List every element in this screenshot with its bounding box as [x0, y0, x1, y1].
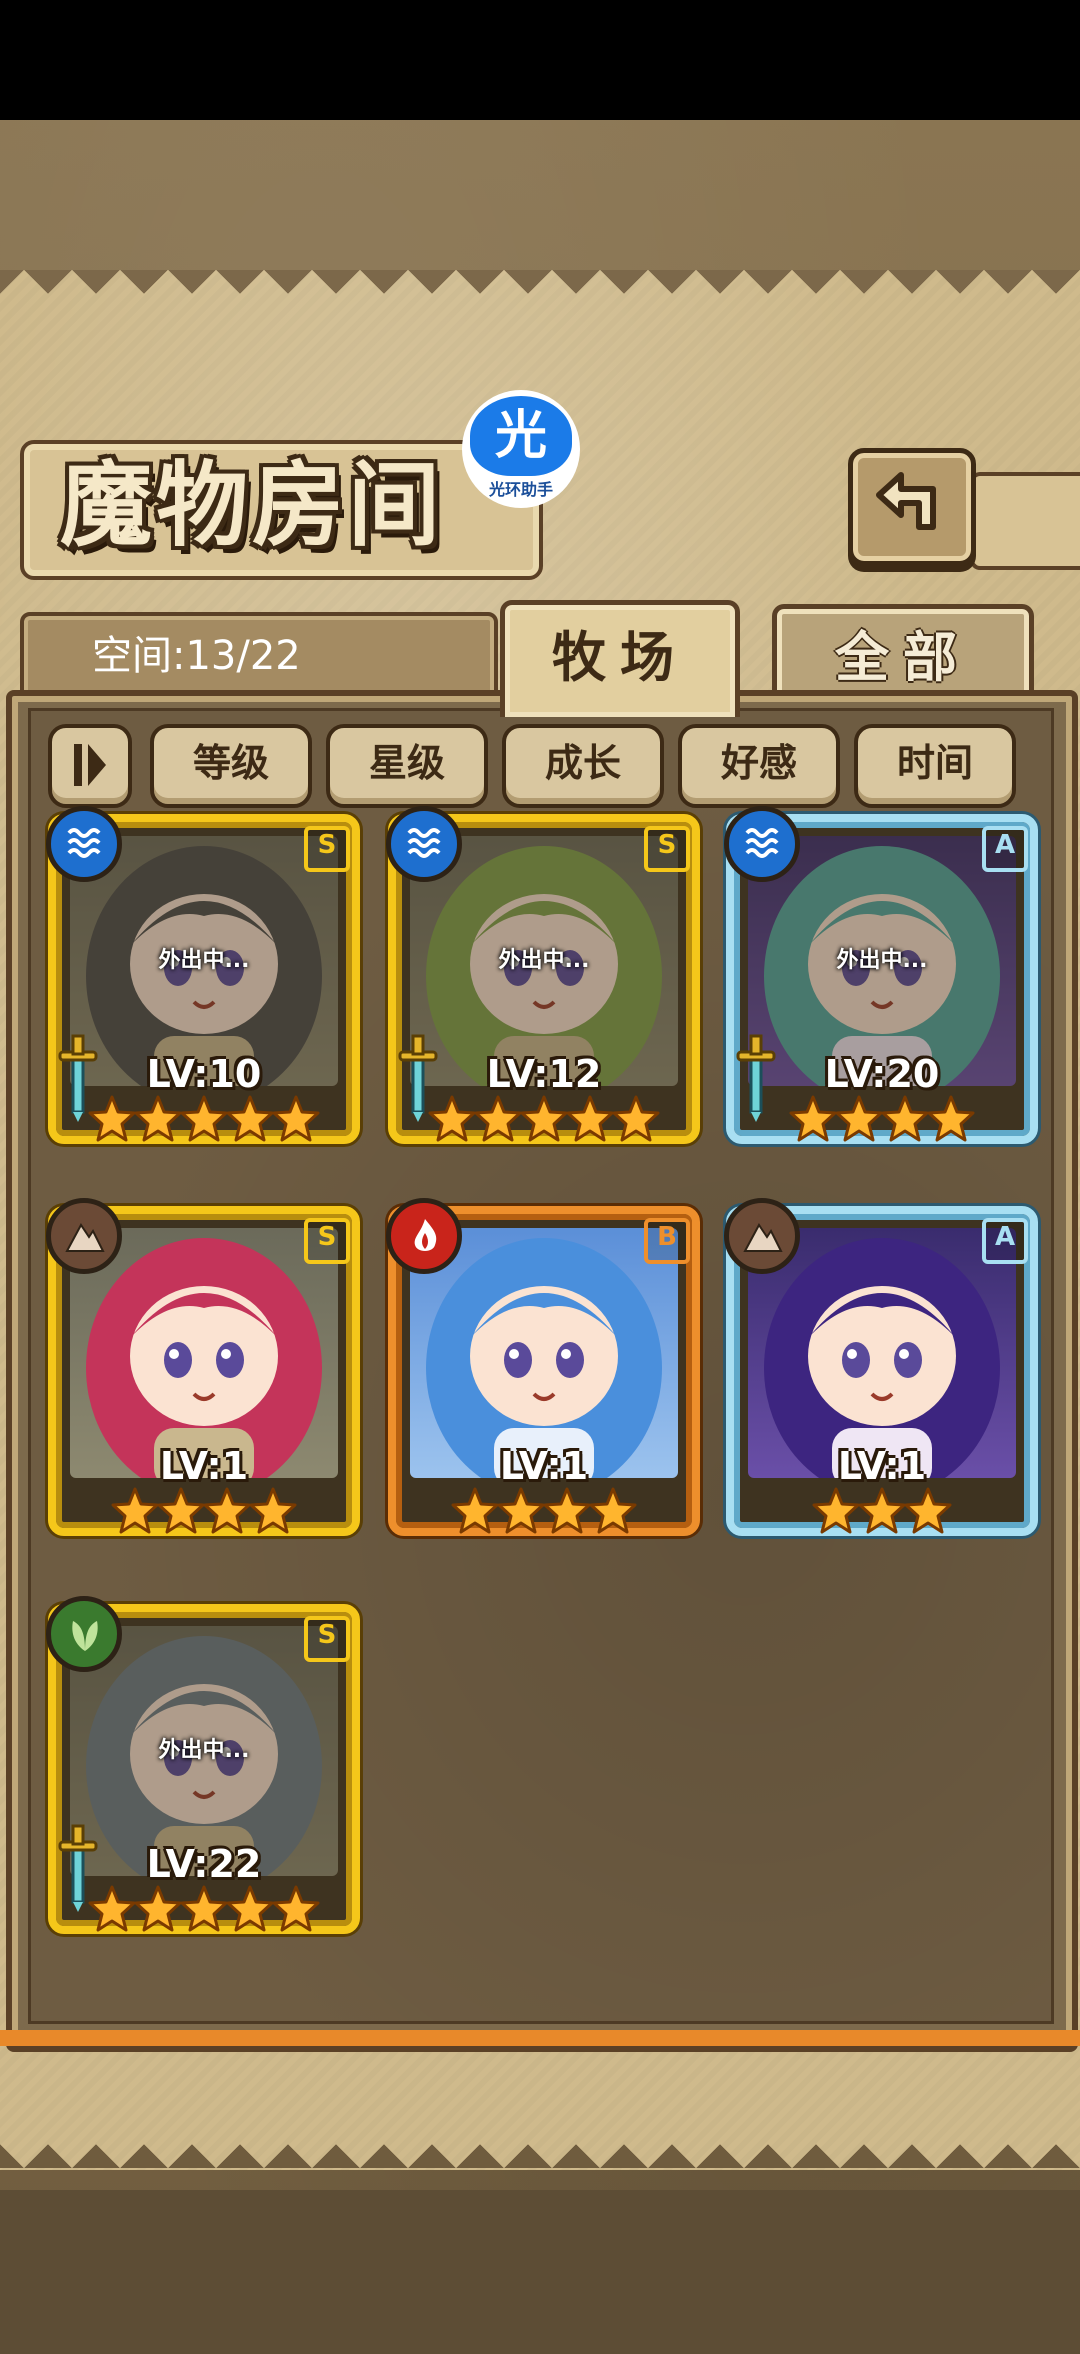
helper-badge[interactable]: 光 光环助手: [462, 390, 580, 508]
monster-card[interactable]: S 外出中... LV:22: [46, 1596, 360, 1964]
element-earth-icon: [724, 1198, 800, 1274]
star-icon: [835, 1095, 883, 1142]
monster-illustration: [86, 1238, 322, 1478]
sort-by-growth-button[interactable]: 成长: [502, 724, 664, 808]
monster-illustration: [764, 1238, 1000, 1478]
tab-all[interactable]: 全部: [772, 604, 1034, 701]
back-button[interactable]: [848, 448, 976, 566]
star-icon: [904, 1487, 952, 1534]
frame-bottom-trim: [0, 2030, 1080, 2046]
page-title: 魔物房间: [60, 451, 445, 559]
tab-ranch[interactable]: 牧场: [500, 600, 740, 717]
monster-card[interactable]: B LV:1: [386, 1198, 700, 1566]
star-rating: [726, 1094, 1038, 1148]
space-counter: 空间:13/22: [92, 633, 301, 679]
status-bar: [0, 0, 1080, 120]
star-icon: [111, 1487, 159, 1534]
star-icon: [566, 1095, 614, 1142]
star-icon: [180, 1095, 228, 1142]
star-icon: [612, 1095, 660, 1142]
element-water-icon: [386, 806, 462, 882]
star-icon: [497, 1487, 545, 1534]
star-icon: [474, 1095, 522, 1142]
helper-label: 光环助手: [488, 480, 553, 499]
star-icon: [858, 1487, 906, 1534]
star-rating: [388, 1486, 700, 1540]
sort-by-time-button[interactable]: 时间: [854, 724, 1016, 808]
monster-level: LV:1: [159, 1444, 249, 1488]
monster-card[interactable]: S 外出中... LV:10: [46, 806, 360, 1174]
sort-by-affection-button[interactable]: 好感: [678, 724, 840, 808]
star-icon: [88, 1095, 136, 1142]
star-icon: [789, 1095, 837, 1142]
sort-order-toggle[interactable]: [48, 724, 132, 808]
rank-badge: A: [982, 1218, 1028, 1264]
monster-level: LV:12: [486, 1052, 602, 1096]
monster-portrait: [410, 1228, 678, 1478]
rank-badge: B: [644, 1218, 690, 1264]
star-rating: [48, 1884, 360, 1938]
star-icon: [180, 1885, 228, 1932]
star-icon: [226, 1095, 274, 1142]
monster-card[interactable]: A LV:1: [724, 1198, 1038, 1566]
star-icon: [203, 1487, 251, 1534]
star-icon: [451, 1487, 499, 1534]
element-leaf-icon: [46, 1596, 122, 1672]
star-icon: [134, 1095, 182, 1142]
sort-order-icon: [74, 744, 106, 786]
star-rating: [726, 1486, 1038, 1540]
bottom-background: [0, 2190, 1080, 2354]
monster-card[interactable]: S 外出中... LV:12: [386, 806, 700, 1174]
rank-badge: S: [304, 1218, 350, 1264]
rank-badge: S: [304, 826, 350, 872]
star-icon: [812, 1487, 860, 1534]
monster-level: LV:1: [499, 1444, 589, 1488]
monster-portrait: [70, 1228, 338, 1478]
monster-card[interactable]: S LV:1: [46, 1198, 360, 1566]
monster-illustration: [426, 1238, 662, 1478]
rank-badge: A: [982, 826, 1028, 872]
star-icon: [520, 1095, 568, 1142]
element-water-icon: [724, 806, 800, 882]
star-icon: [157, 1487, 205, 1534]
right-plate: [970, 472, 1080, 570]
rank-badge: S: [304, 1616, 350, 1662]
panel-bottom-edge: [0, 2120, 1080, 2176]
away-status: 外出中...: [836, 948, 928, 973]
star-rating: [48, 1094, 360, 1148]
star-icon: [88, 1885, 136, 1932]
element-fire-icon: [386, 1198, 462, 1274]
star-icon: [272, 1095, 320, 1142]
monster-level: LV:22: [146, 1842, 262, 1886]
star-rating: [388, 1094, 700, 1148]
panel-top-edge: [0, 270, 1080, 318]
monster-portrait: [748, 1228, 1016, 1478]
away-status: 外出中...: [158, 948, 250, 973]
monster-level: LV:20: [824, 1052, 940, 1096]
rank-badge: S: [644, 826, 690, 872]
monster-card[interactable]: A 外出中... LV:20: [724, 806, 1038, 1174]
away-status: 外出中...: [498, 948, 590, 973]
monster-level: LV:1: [837, 1444, 927, 1488]
sort-by-level-button[interactable]: 等级: [150, 724, 312, 808]
star-rating: [48, 1486, 360, 1540]
star-icon: [881, 1095, 929, 1142]
star-icon: [272, 1885, 320, 1932]
monster-level: LV:10: [146, 1052, 262, 1096]
element-water-icon: [46, 806, 122, 882]
star-icon: [589, 1487, 637, 1534]
star-icon: [226, 1885, 274, 1932]
star-icon: [134, 1885, 182, 1932]
star-icon: [428, 1095, 476, 1142]
star-icon: [249, 1487, 297, 1534]
return-arrow-icon: [876, 472, 936, 530]
away-status: 外出中...: [158, 1738, 250, 1763]
sort-by-stars-button[interactable]: 星级: [326, 724, 488, 808]
helper-icon: 光: [470, 396, 572, 476]
element-earth-icon: [46, 1198, 122, 1274]
star-icon: [543, 1487, 591, 1534]
star-icon: [927, 1095, 975, 1142]
